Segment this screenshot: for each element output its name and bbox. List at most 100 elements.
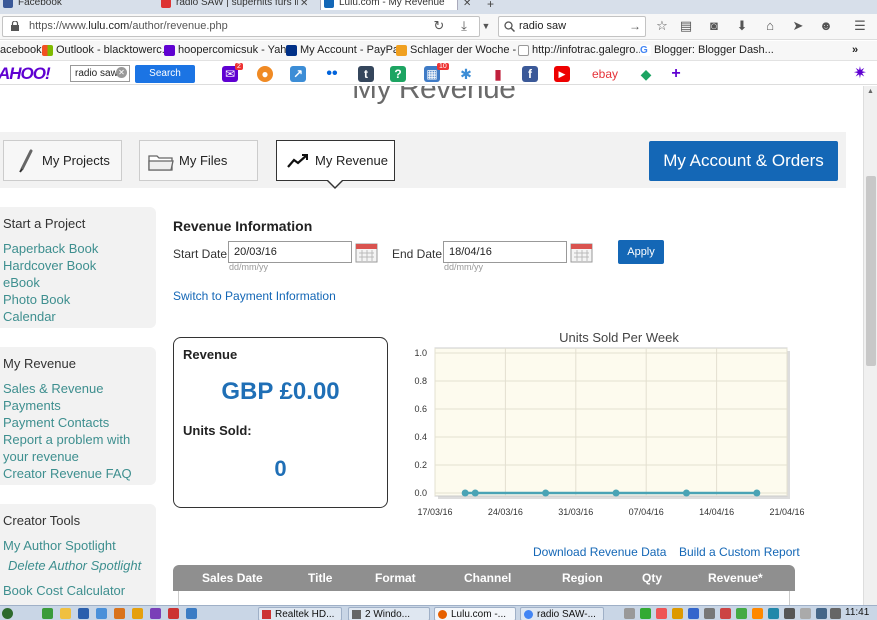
scrollbar-thumb[interactable] [866, 176, 876, 366]
tray-icon[interactable] [736, 608, 747, 619]
taskbar-task-realtek[interactable]: Realtek HD... [258, 607, 342, 620]
bookmark-icon[interactable]: ▮ [490, 66, 506, 82]
add-icon[interactable]: + [668, 66, 684, 82]
taskbar-task-lulu[interactable]: Lulu.com -... [434, 607, 516, 620]
bookmark-schlager[interactable]: Schlager der Woche - ... [396, 44, 528, 56]
gear-icon[interactable]: ✷ [852, 66, 868, 82]
tray-icon[interactable] [688, 608, 699, 619]
tray-icon[interactable] [768, 608, 779, 619]
browser-tab-lulu[interactable]: Lulu.com - My Revenue [320, 0, 458, 10]
taskbar-app-icon[interactable] [114, 608, 125, 619]
column-channel[interactable]: Channel [464, 571, 511, 585]
column-region[interactable]: Region [562, 571, 603, 585]
reload-icon[interactable]: ↻ [431, 18, 447, 34]
taskbar-task-radio-saw[interactable]: radio SAW-... [520, 607, 604, 620]
sidebar-link-sales-revenue[interactable]: Sales & Revenue [3, 381, 103, 396]
taskbar-app-icon[interactable] [96, 608, 107, 619]
sidebar-link-report-problem-cont[interactable]: your revenue [3, 449, 79, 464]
scroll-up-icon[interactable]: ▲ [867, 88, 874, 95]
sidebar-link-payment-contacts[interactable]: Payment Contacts [3, 415, 109, 430]
answers-icon[interactable]: ? [390, 66, 406, 82]
sidebar-link-cost-calculator[interactable]: Book Cost Calculator [3, 583, 125, 598]
sidebar-link-revenue-faq[interactable]: Creator Revenue FAQ [3, 466, 132, 481]
taskbar-app-icon[interactable] [150, 608, 161, 619]
volume-icon[interactable] [816, 608, 827, 619]
tray-icon[interactable] [720, 608, 731, 619]
home-icon[interactable]: ⌂ [762, 18, 778, 34]
reading-list-icon[interactable]: ▤ [678, 18, 694, 34]
tray-icon[interactable] [784, 608, 795, 619]
go-arrow-icon[interactable]: → [629, 19, 641, 33]
close-tab-icon[interactable]: ✕ [300, 0, 308, 9]
dropdown-arrow-icon[interactable]: ▼ [478, 18, 494, 34]
send-icon[interactable]: ➤ [790, 18, 806, 34]
new-tab-button[interactable]: + [487, 0, 494, 10]
finance-icon[interactable]: ↗ [290, 66, 306, 82]
browser-tab-radio-saw[interactable]: radio SAW | superhits furs in... [158, 0, 298, 10]
yahoo-search-input[interactable]: radio saw ✕ [70, 65, 130, 82]
pocket-icon[interactable]: ◙ [706, 18, 722, 34]
bookmark-yahoo[interactable]: hoopercomicsuk - Yah... [164, 44, 296, 56]
end-date-input[interactable]: 18/04/16 [443, 241, 567, 263]
bookmark-outlook[interactable]: Outlook - blacktowerc... [42, 44, 171, 56]
taskbar-app-icon[interactable] [42, 608, 53, 619]
custom-report-link[interactable]: Build a Custom Report [679, 545, 800, 559]
bookmark-infotrac[interactable]: http://infotrac.galegro... [518, 44, 645, 56]
weather-icon[interactable]: ✱ [458, 66, 474, 82]
taskbar-app-icon[interactable] [60, 608, 71, 619]
tumblr-icon[interactable]: t [358, 66, 374, 82]
tab-my-revenue[interactable]: My Revenue [276, 140, 395, 181]
tab-my-projects[interactable]: My Projects [3, 140, 122, 181]
start-date-input[interactable]: 20/03/16 [228, 241, 352, 263]
tray-icon[interactable] [640, 608, 651, 619]
sidebar-link-paperback[interactable]: Paperback Book [3, 241, 98, 256]
tray-icon[interactable] [800, 608, 811, 619]
more-bookmarks-icon[interactable]: » [852, 44, 858, 56]
menu-icon[interactable]: ☰ [852, 18, 868, 34]
chat-icon[interactable]: ☻ [818, 18, 834, 34]
ebay-icon[interactable]: ebay [588, 66, 622, 82]
sidebar-link-payments[interactable]: Payments [3, 398, 61, 413]
switch-payment-info-link[interactable]: Switch to Payment Information [173, 289, 336, 303]
sidebar-link-hardcover[interactable]: Hardcover Book [3, 258, 96, 273]
start-calendar-icon[interactable] [355, 241, 378, 264]
sidebar-link-ebook[interactable]: eBook [3, 275, 40, 290]
bookmark-paypal[interactable]: My Account - PayPal [286, 44, 402, 56]
sidebar-link-calendar[interactable]: Calendar [3, 309, 56, 324]
start-button[interactable] [2, 608, 13, 619]
sidebar-link-author-spotlight[interactable]: My Author Spotlight [3, 538, 116, 553]
tray-icon[interactable] [624, 608, 635, 619]
tray-icon[interactable] [704, 608, 715, 619]
network-icon[interactable] [830, 608, 841, 619]
browser-tab-facebook[interactable]: Facebook [0, 0, 120, 10]
facebook-icon[interactable]: f [522, 66, 538, 82]
sports-icon[interactable]: ● [257, 66, 273, 82]
column-qty[interactable]: Qty [642, 571, 662, 585]
clear-icon[interactable]: ✕ [116, 67, 127, 78]
sidebar-link-delete-spotlight[interactable]: Delete Author Spotlight [8, 558, 141, 573]
flickr-icon[interactable]: •• [324, 66, 340, 82]
taskbar-app-icon[interactable] [78, 608, 89, 619]
taskbar-app-icon[interactable] [186, 608, 197, 619]
yahoo-logo[interactable]: AHOO! [0, 64, 51, 84]
taskbar-app-icon[interactable] [168, 608, 179, 619]
download-arrow-icon[interactable]: ⤓ [456, 18, 472, 34]
star-icon[interactable]: ☆ [654, 18, 670, 34]
end-calendar-icon[interactable] [570, 241, 593, 264]
tab-my-files[interactable]: My Files [139, 140, 258, 181]
column-format[interactable]: Format [375, 571, 416, 585]
column-title[interactable]: Title [308, 571, 332, 585]
download-icon[interactable]: ⬇ [734, 18, 750, 34]
tray-icon[interactable] [672, 608, 683, 619]
bookmark-blogger[interactable]: G Blogger: Blogger Dash... [640, 44, 774, 56]
page-scrollbar[interactable]: ▲ [863, 86, 877, 605]
sidebar-link-report-problem[interactable]: Report a problem with [3, 432, 130, 447]
column-sales-date[interactable]: Sales Date [202, 571, 263, 585]
close-tab-icon[interactable]: ✕ [463, 0, 471, 9]
my-account-orders-button[interactable]: My Account & Orders [649, 141, 838, 181]
sidebar-link-photo-book[interactable]: Photo Book [3, 292, 70, 307]
tag-icon[interactable]: ◆ [638, 66, 654, 82]
apply-button[interactable]: Apply [618, 240, 664, 264]
taskbar-app-icon[interactable] [132, 608, 143, 619]
tray-icon[interactable] [752, 608, 763, 619]
